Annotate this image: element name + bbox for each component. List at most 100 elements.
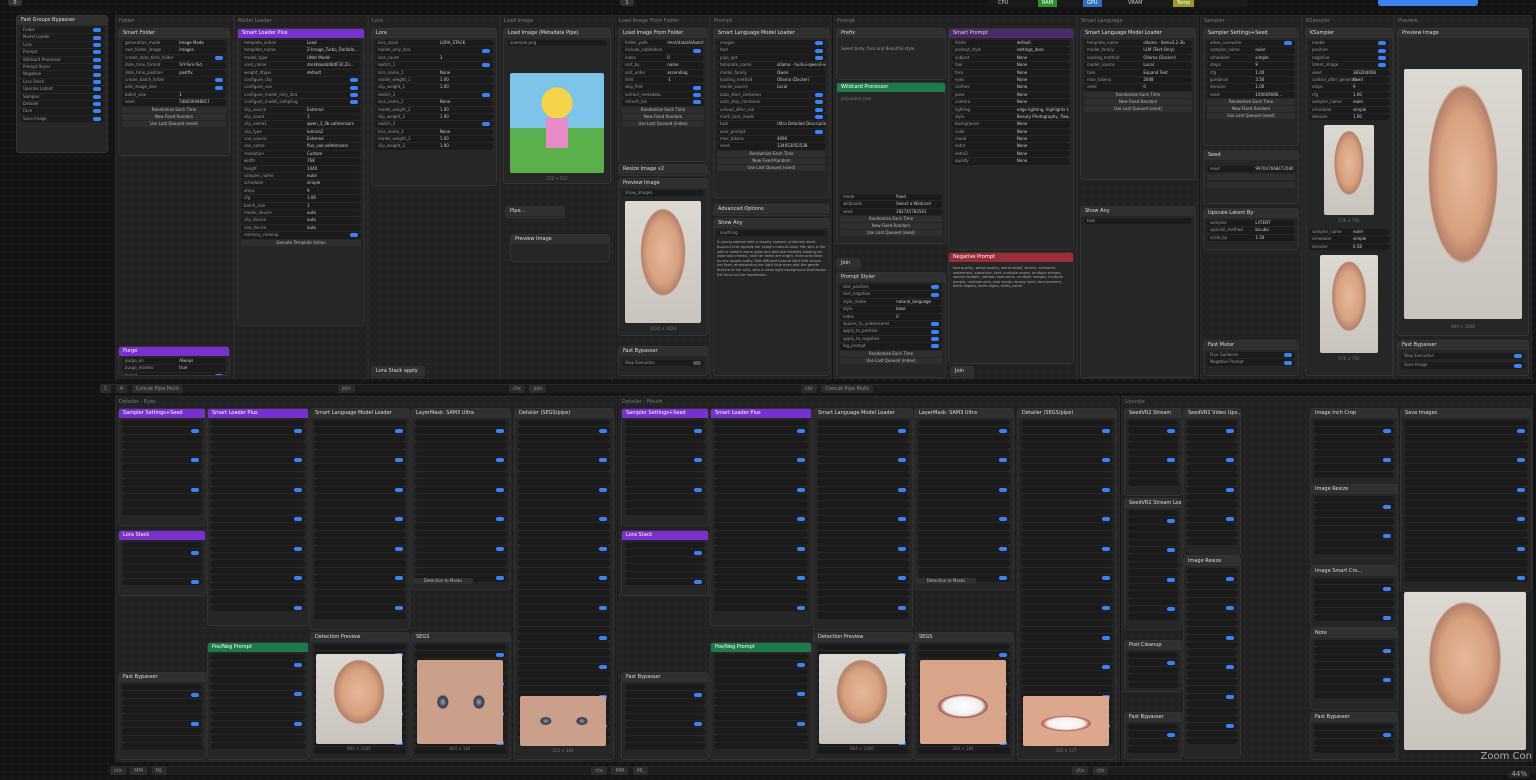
- widget-row[interactable]: [714, 735, 808, 742]
- widget-row[interactable]: [714, 553, 808, 560]
- widget-row[interactable]: extra None: [952, 143, 1070, 150]
- toggle-icon[interactable]: [395, 576, 403, 581]
- widget-row[interactable]: [518, 545, 610, 553]
- widget-row[interactable]: [518, 589, 610, 597]
- fast-groups-bypasser[interactable]: Fast Groups Bypasser Folder Model Loader L…: [16, 15, 108, 153]
- widget-row[interactable]: [625, 556, 705, 564]
- widget-row[interactable]: [1314, 654, 1394, 662]
- widget-row[interactable]: [1187, 678, 1237, 686]
- widget-row[interactable]: allow_overwrite: [1207, 40, 1295, 47]
- widget-row[interactable]: [625, 549, 705, 556]
- widget-row[interactable]: [314, 545, 406, 553]
- widget-row[interactable]: [1314, 684, 1394, 691]
- widget-row[interactable]: [1128, 510, 1178, 517]
- detection-to-masks-button[interactable]: Detection to Masks: [413, 578, 473, 584]
- widget-row[interactable]: [918, 456, 1010, 464]
- widget-row[interactable]: [1128, 569, 1178, 576]
- widget-row[interactable]: [1187, 530, 1237, 538]
- widget-row[interactable]: [1187, 501, 1237, 508]
- widget-row[interactable]: [518, 464, 610, 471]
- toggle-icon[interactable]: [1167, 732, 1175, 737]
- widget-row[interactable]: [1314, 464, 1394, 471]
- toggle-icon[interactable]: [694, 487, 702, 492]
- toggle-icon[interactable]: [496, 652, 504, 657]
- sampler-settings-seed-node[interactable]: Sampler Settings+Seed: [118, 408, 206, 526]
- widget-row[interactable]: [1187, 493, 1237, 501]
- widget-row[interactable]: [625, 735, 705, 743]
- widget-row[interactable]: [1128, 517, 1178, 524]
- widget-row[interactable]: [415, 471, 507, 479]
- widget-row[interactable]: [518, 530, 610, 538]
- widget-row[interactable]: [314, 501, 406, 508]
- widget-row[interactable]: [1314, 676, 1394, 684]
- toggle-icon[interactable]: [350, 233, 358, 238]
- bar-item[interactable]: join: [529, 385, 547, 393]
- bar-item[interactable]: MM: [611, 767, 629, 775]
- sidebar-toggle-row[interactable]: Folder: [20, 27, 104, 34]
- toggle-icon[interactable]: [191, 487, 199, 492]
- widget-row[interactable]: [211, 553, 305, 560]
- preview-image-node-2[interactable]: Preview Image Show_Images 1024 × 1024: [618, 178, 708, 336]
- toggle-icon[interactable]: [1226, 576, 1234, 581]
- widget-row[interactable]: denoise 1.00: [1207, 84, 1295, 91]
- widget-row[interactable]: [714, 523, 808, 530]
- toggle-icon[interactable]: [294, 721, 302, 726]
- widget-row[interactable]: [1314, 614, 1394, 622]
- widget-row[interactable]: max_tokens 2048: [1084, 76, 1192, 84]
- widget-row[interactable]: [122, 720, 202, 728]
- toggle-icon[interactable]: [191, 580, 199, 585]
- widget-row[interactable]: [1404, 538, 1528, 545]
- sidebar-toggle-row[interactable]: Model Loader: [20, 34, 104, 41]
- widget-row[interactable]: unet_name darkblood/4bitF32.Zir...: [241, 62, 361, 69]
- widget-row[interactable]: [1404, 523, 1528, 530]
- widget-row[interactable]: [1128, 479, 1178, 486]
- widget-row[interactable]: prompt_style settings_desc: [952, 47, 1070, 54]
- widget-row[interactable]: [518, 456, 610, 464]
- widget-row[interactable]: [1314, 518, 1394, 525]
- widget-row[interactable]: vae_name flux_vae.safetensors: [241, 143, 361, 150]
- widget-row[interactable]: [1404, 486, 1528, 493]
- widget-row[interactable]: [918, 501, 1010, 508]
- widget-row[interactable]: log_prompt: [840, 343, 942, 350]
- widget-row[interactable]: denoise 0.58: [1309, 243, 1389, 251]
- widget-row[interactable]: skip_first: [622, 84, 704, 91]
- toggle-icon[interactable]: [931, 322, 939, 327]
- widget-row[interactable]: include_subfolders: [622, 47, 704, 54]
- node-button[interactable]: New Fixed Random: [840, 223, 942, 230]
- widget-row[interactable]: [1021, 449, 1113, 456]
- toggle-icon[interactable]: [395, 517, 403, 522]
- widget-row[interactable]: [518, 516, 610, 523]
- widget-row[interactable]: [518, 442, 610, 449]
- widget-row[interactable]: [314, 449, 406, 456]
- sampler-settings-seed-node[interactable]: Sampler Settings+Seed: [621, 408, 709, 526]
- toggle-icon[interactable]: [999, 517, 1007, 522]
- widget-row[interactable]: [415, 427, 507, 434]
- toggle-icon[interactable]: [482, 63, 490, 68]
- widget-row[interactable]: [1187, 471, 1237, 479]
- widget-row[interactable]: [918, 644, 1010, 651]
- widget-row[interactable]: [625, 471, 705, 479]
- widget-row[interactable]: [314, 530, 406, 538]
- widget-row[interactable]: [714, 705, 808, 713]
- sidebar-toggle-row[interactable]: Save Image: [20, 115, 104, 123]
- widget-row[interactable]: [1021, 434, 1113, 442]
- widget-row[interactable]: [1314, 607, 1394, 614]
- widget-row[interactable]: generation_mode Image Mode: [122, 40, 226, 47]
- widget-row[interactable]: [625, 456, 705, 464]
- widget-row[interactable]: [211, 434, 305, 442]
- post-cleanup-node[interactable]: Post Cleanup: [1124, 640, 1182, 692]
- widget-row[interactable]: [314, 589, 406, 597]
- widget-row[interactable]: [625, 464, 705, 471]
- toggle-icon[interactable]: [898, 605, 906, 610]
- widget-row[interactable]: [918, 449, 1010, 456]
- widget-row[interactable]: [314, 538, 406, 545]
- widget-row[interactable]: [211, 479, 305, 486]
- widget-row[interactable]: [518, 686, 610, 693]
- widget-row[interactable]: [518, 575, 610, 582]
- widget-row[interactable]: [1021, 626, 1113, 634]
- widget-row[interactable]: [625, 571, 705, 578]
- widget-row[interactable]: [1128, 532, 1178, 539]
- widget-row[interactable]: [415, 523, 507, 530]
- widget-row[interactable]: [714, 690, 808, 698]
- widget-row[interactable]: [415, 479, 507, 486]
